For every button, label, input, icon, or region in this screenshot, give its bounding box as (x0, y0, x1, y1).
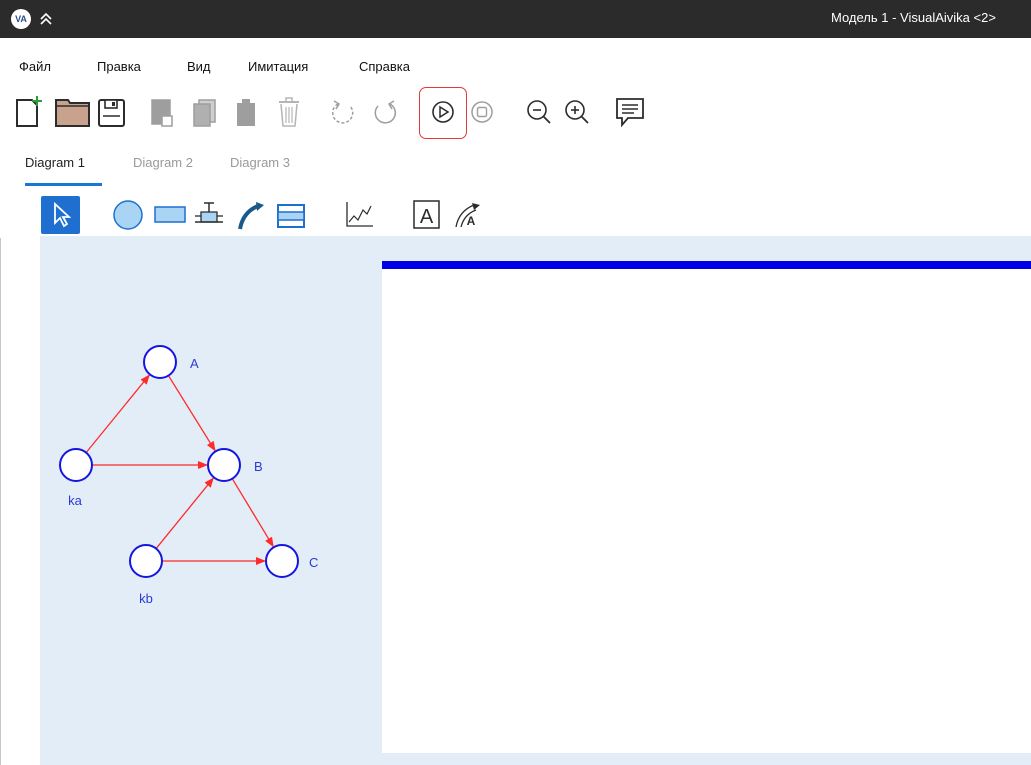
app-logo: VA (11, 9, 31, 29)
node-label-B: B (254, 459, 263, 474)
node-B[interactable] (207, 448, 241, 482)
svg-text:A: A (467, 214, 476, 228)
tab-diagram-3[interactable]: Diagram 3 (230, 155, 290, 170)
rectangle-node-icon[interactable] (154, 205, 186, 225)
edge-kb-to-B[interactable] (155, 477, 214, 549)
zoom-in-icon[interactable] (563, 94, 593, 128)
node-C[interactable] (265, 544, 299, 578)
edge-B-to-C[interactable] (231, 478, 274, 548)
text-tool-icon[interactable]: A (413, 200, 441, 230)
open-folder-icon[interactable] (55, 94, 91, 128)
node-label-C: C (309, 555, 318, 570)
chart-series-bar (382, 261, 1031, 269)
chart-icon[interactable] (343, 200, 375, 230)
duplicate-icon[interactable] (190, 94, 220, 128)
toolbar (0, 86, 1031, 134)
undo-icon[interactable] (328, 94, 358, 128)
node-ka[interactable] (59, 448, 93, 482)
subdiagram-icon[interactable] (276, 202, 308, 230)
node-kb[interactable] (129, 544, 163, 578)
node-label-ka: ka (68, 493, 83, 508)
tab-diagram-1[interactable]: Diagram 1 (25, 155, 85, 170)
node-A[interactable] (143, 345, 177, 379)
zoom-out-icon[interactable] (525, 94, 555, 128)
copy-icon[interactable] (148, 94, 178, 128)
circle-node-icon[interactable] (112, 199, 144, 231)
edge-ka-to-A[interactable] (85, 374, 150, 454)
save-icon[interactable] (97, 94, 127, 128)
diagram-tabs: Diagram 1 Diagram 2 Diagram 3 (0, 150, 1031, 190)
stop-icon[interactable] (468, 94, 498, 128)
node-label-kb: kb (139, 591, 153, 606)
active-tab-indicator (25, 183, 102, 186)
redo-icon[interactable] (370, 94, 400, 128)
app-window: VA Модель 1 - VisualAivika <2> Файл Прав… (0, 0, 1031, 765)
menu-edit[interactable]: Правка (97, 59, 141, 74)
svg-text:A: A (420, 206, 434, 228)
menu-help[interactable]: Справка (359, 59, 410, 74)
valve-icon[interactable] (193, 200, 225, 230)
title-bar: VA Модель 1 - VisualAivika <2> (0, 0, 1031, 38)
model-diagram[interactable]: A B Cka kb (40, 236, 382, 765)
tab-diagram-2[interactable]: Diagram 2 (133, 155, 193, 170)
menu-simulation[interactable]: Имитация (248, 59, 308, 74)
edges-layer (85, 374, 274, 565)
window-left-border (0, 238, 1, 765)
label-arrow-icon[interactable]: A (452, 200, 484, 230)
chart-panel[interactable] (382, 261, 1031, 753)
pointer-tool-button[interactable] (41, 196, 80, 234)
run-button-highlight (419, 87, 467, 139)
paste-icon[interactable] (232, 94, 262, 128)
new-file-icon[interactable] (15, 94, 45, 128)
element-palette: A A (0, 196, 1031, 234)
menu-bar: Файл Правка Вид Имитация Справка (0, 52, 1031, 74)
menu-view[interactable]: Вид (187, 59, 211, 74)
edge-A-to-B[interactable] (167, 375, 216, 452)
pointer-tool-icon (54, 201, 72, 228)
diagram-canvas[interactable]: A B Cka kb (40, 236, 1031, 765)
curved-arrow-icon[interactable] (234, 200, 266, 232)
nodes-layer: A B Cka kb (59, 345, 318, 606)
delete-icon[interactable] (274, 94, 304, 128)
collapse-chevrons-icon[interactable] (36, 9, 56, 29)
window-title: Модель 1 - VisualAivika <2> (831, 10, 996, 25)
node-label-A: A (190, 356, 199, 371)
menu-file[interactable]: Файл (19, 59, 51, 74)
comment-icon[interactable] (614, 94, 646, 128)
